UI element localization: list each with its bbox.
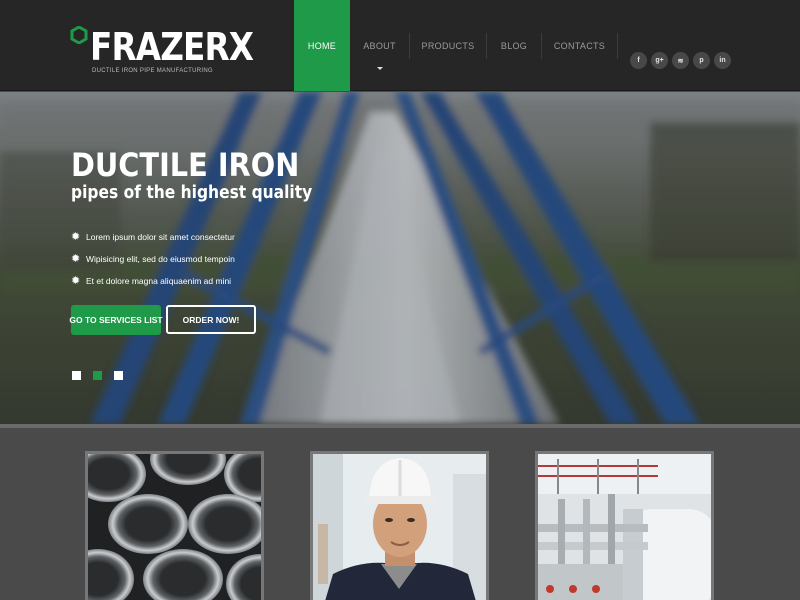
pinterest-icon[interactable]: p bbox=[693, 52, 710, 69]
feature-text: Et et dolore magna aliquaenim ad mini bbox=[86, 276, 232, 286]
slide-dot-1[interactable] bbox=[72, 371, 81, 380]
facebook-icon[interactable]: f bbox=[630, 52, 647, 69]
nav-item-about[interactable]: ABOUT bbox=[350, 0, 409, 91]
worker-hard-hat-photo bbox=[313, 454, 486, 600]
site-header: FRAZERX DUCTILE IRON PIPE MANUFACTURING … bbox=[0, 0, 800, 91]
brand-tagline: DUCTILE IRON PIPE MANUFACTURING bbox=[92, 68, 213, 74]
hero-subtitle: pipes of the highest quality bbox=[71, 182, 313, 203]
nav-item-contacts[interactable]: CONTACTS bbox=[542, 0, 617, 91]
services-list-button[interactable]: GO TO SERVICES LIST bbox=[69, 305, 163, 335]
nav-item-label: HOME bbox=[307, 40, 337, 51]
list-item: ✹ Lorem ipsum dolor sit amet consectetur bbox=[71, 226, 235, 248]
list-item: ✹ Wipisicing elit, sed do eiusmod tempoin bbox=[71, 248, 235, 270]
feature-list: ✹ Lorem ipsum dolor sit amet consectetur … bbox=[71, 226, 235, 292]
nav-item-label: BLOG bbox=[500, 40, 528, 51]
nav-item-label: PRODUCTS bbox=[421, 40, 475, 51]
nav-item-home[interactable]: HOME bbox=[294, 0, 350, 91]
social-links: f g+ ≋ p in bbox=[630, 52, 731, 69]
nav-item-label: ABOUT bbox=[363, 40, 396, 51]
slider-pagination bbox=[72, 371, 123, 380]
brand-name: FRAZERX bbox=[90, 25, 254, 69]
feature-text: Wipisicing elit, sed do eiusmod tempoin bbox=[86, 254, 235, 264]
google-plus-icon[interactable]: g+ bbox=[651, 52, 668, 69]
steel-pipes-photo bbox=[88, 454, 261, 600]
list-item: ✹ Et et dolore magna aliquaenim ad mini bbox=[71, 270, 235, 292]
linkedin-icon[interactable]: in bbox=[714, 52, 731, 69]
slide-dot-3[interactable] bbox=[114, 371, 123, 380]
feature-text: Lorem ipsum dolor sit amet consectetur bbox=[86, 232, 235, 242]
nav-item-label: CONTACTS bbox=[553, 40, 606, 51]
chevron-down-icon bbox=[376, 67, 383, 70]
main-nav: HOME ABOUT PRODUCTS BLOG CONTACTS bbox=[294, 0, 618, 91]
order-now-button[interactable]: ORDER NOW! bbox=[166, 305, 256, 334]
card-tanks[interactable] bbox=[535, 451, 714, 600]
nav-divider bbox=[617, 32, 618, 59]
card-pipes[interactable] bbox=[85, 451, 264, 600]
feature-cards bbox=[0, 428, 800, 600]
hero-title: DUCTILE IRON bbox=[71, 146, 300, 184]
hero-slider: DUCTILE IRON pipes of the highest qualit… bbox=[0, 92, 800, 424]
gear-icon: ✹ bbox=[71, 275, 81, 287]
industrial-tanks-photo bbox=[538, 454, 711, 600]
nav-item-products[interactable]: PRODUCTS bbox=[410, 0, 486, 91]
gear-icon: ✹ bbox=[71, 231, 81, 243]
gear-icon: ✹ bbox=[71, 253, 81, 265]
rss-icon[interactable]: ≋ bbox=[672, 52, 689, 69]
slide-dot-2[interactable] bbox=[93, 371, 102, 380]
nav-item-blog[interactable]: BLOG bbox=[487, 0, 541, 91]
card-worker[interactable] bbox=[310, 451, 489, 600]
hexagon-logo-icon bbox=[70, 26, 88, 44]
